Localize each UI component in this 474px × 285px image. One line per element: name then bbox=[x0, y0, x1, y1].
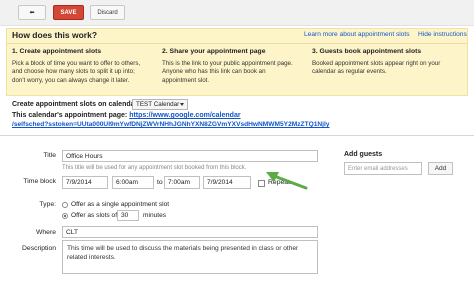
time-block-label: Time block bbox=[23, 178, 56, 185]
calendar-select[interactable]: TEST Calendar bbox=[132, 99, 188, 110]
minutes-label: minutes bbox=[143, 212, 167, 219]
back-arrow-icon: ⬅ bbox=[29, 10, 35, 16]
section-divider bbox=[0, 135, 474, 136]
calendar-select-value: TEST Calendar bbox=[136, 101, 180, 108]
title-label: Title bbox=[43, 152, 56, 159]
appointment-page-url-line2[interactable]: /selfsched?sstoken=UUta000UI9mYwfDNjZWVr… bbox=[12, 121, 330, 128]
multiple-slots-label: Offer as slots of: bbox=[71, 212, 119, 219]
step-2-body: This is the link to your public appointm… bbox=[162, 60, 293, 84]
step-3-heading: 3. Guests book appointment slots bbox=[312, 48, 422, 55]
step-1-heading: 1. Create appointment slots bbox=[12, 48, 102, 55]
toolbar: ⬅ SAVE Discard bbox=[0, 0, 474, 26]
type-label: Type: bbox=[39, 201, 56, 208]
slot-minutes-input[interactable]: 30 bbox=[117, 210, 139, 221]
appointment-page-url-line1[interactable]: https://www.google.com/calendar bbox=[129, 112, 240, 119]
step-1-body: Pick a block of time you want to offer t… bbox=[12, 60, 141, 84]
step-2-heading: 2. Share your appointment page bbox=[162, 48, 266, 55]
multiple-slots-radio[interactable] bbox=[62, 213, 68, 219]
end-time-input[interactable]: 7:00am bbox=[164, 176, 200, 189]
end-date-input[interactable]: 7/9/2014 bbox=[203, 176, 251, 189]
description-label: Description bbox=[22, 245, 56, 252]
learn-more-link[interactable]: Learn more about appointment slots bbox=[304, 31, 410, 38]
add-guests-label: Add guests bbox=[344, 151, 383, 158]
help-title: How does this work? bbox=[12, 30, 98, 40]
description-textarea[interactable]: This time will be used to discuss the ma… bbox=[62, 240, 318, 274]
back-button[interactable]: ⬅ bbox=[18, 5, 46, 20]
appointment-page-label: This calendar's appointment page: https:… bbox=[12, 112, 241, 119]
where-label: Where bbox=[35, 229, 56, 236]
start-time-input[interactable]: 6:00am bbox=[112, 176, 154, 189]
title-hint: This title will be used for any appointm… bbox=[62, 165, 247, 171]
to-label: to bbox=[157, 179, 163, 186]
single-slot-label: Offer as a single appointment slot bbox=[71, 201, 170, 208]
save-button[interactable]: SAVE bbox=[53, 5, 84, 20]
start-date-input[interactable]: 7/9/2014 bbox=[62, 176, 108, 189]
help-divider bbox=[6, 43, 468, 44]
hide-instructions-link[interactable]: Hide instructions bbox=[418, 31, 467, 38]
single-slot-radio[interactable] bbox=[62, 202, 68, 208]
add-guest-button[interactable]: Add bbox=[428, 162, 453, 175]
guest-email-input[interactable]: Enter email addresses bbox=[344, 162, 422, 175]
where-input[interactable]: CLT bbox=[62, 226, 318, 238]
step-3-body: Booked appointment slots appear right on… bbox=[312, 60, 441, 76]
title-input[interactable]: Office Hours bbox=[62, 150, 318, 162]
discard-button[interactable]: Discard bbox=[90, 5, 125, 20]
annotation-arrow-icon bbox=[266, 172, 308, 190]
calendar-label: Create appointment slots on calendar: bbox=[12, 101, 140, 108]
chevron-down-icon bbox=[180, 103, 184, 106]
